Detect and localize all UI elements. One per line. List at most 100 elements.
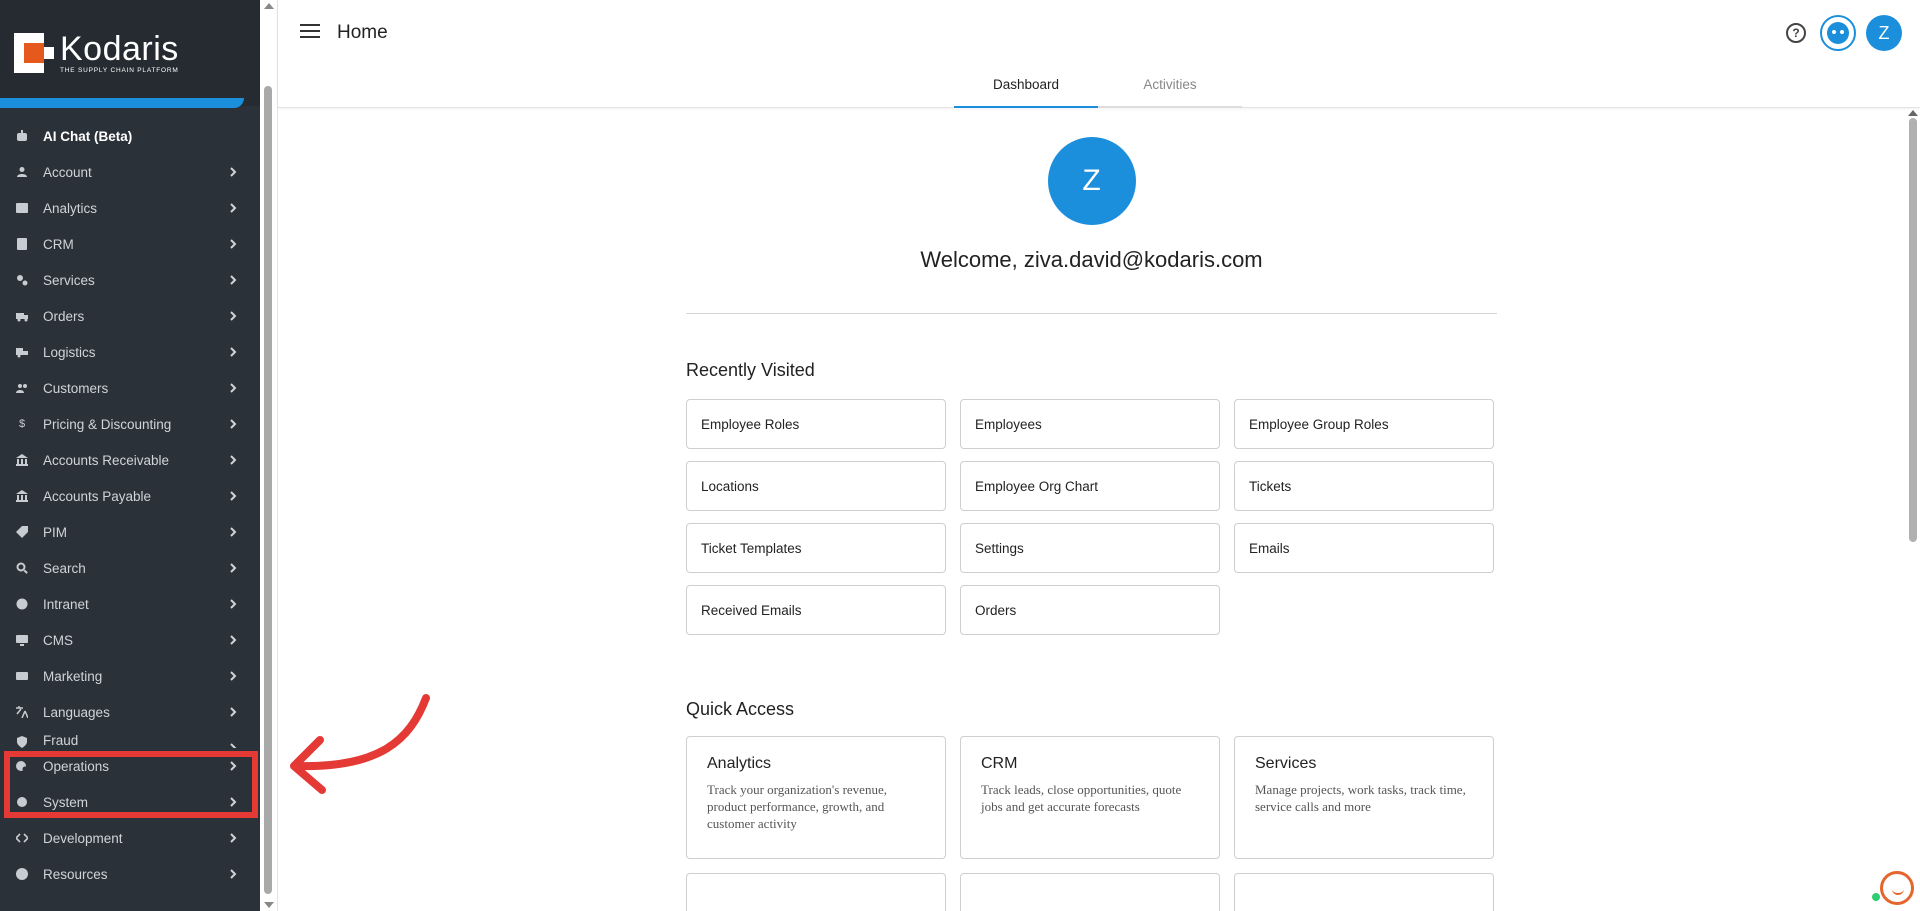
- recently-visited-title: Recently Visited: [686, 360, 815, 380]
- quick-access-card[interactable]: Analytics Track your organization's reven…: [686, 736, 946, 859]
- chevron-right-icon: [226, 669, 240, 683]
- chevron-right-icon: [226, 273, 240, 287]
- recent-link-card[interactable]: Settings: [960, 523, 1220, 573]
- help-icon[interactable]: ?: [1786, 23, 1806, 43]
- sidebar-scroll-thumb[interactable]: [264, 86, 272, 894]
- brand-tagline: THE SUPPLY CHAIN PLATFORM: [60, 67, 179, 74]
- highlight-box: [4, 751, 258, 818]
- quick-access-grid: Analytics Track your organization's reven…: [686, 736, 1497, 859]
- quick-access-title: Quick Access: [686, 699, 795, 719]
- chevron-right-icon: [226, 345, 240, 359]
- main-scrollbar[interactable]: [1906, 108, 1918, 911]
- chart-icon: [16, 202, 28, 214]
- chevron-right-icon: [226, 831, 240, 845]
- sidebar-item-label: CMS: [43, 632, 73, 648]
- monitor-icon: [16, 634, 28, 646]
- id-card-icon: [16, 670, 28, 682]
- kodaris-logo[interactable]: Kodaris THE SUPPLY CHAIN PLATFORM: [14, 32, 179, 74]
- sidebar-item-label: Accounts Receivable: [43, 452, 170, 468]
- welcome-message: Welcome, ziva.david@kodaris.com: [920, 247, 1263, 272]
- chevron-right-icon: [226, 417, 240, 431]
- sidebar-item-customers[interactable]: Customers: [0, 370, 260, 406]
- search-icon: [16, 562, 28, 574]
- chevron-right-icon: [226, 561, 240, 575]
- tab-dashboard[interactable]: Dashboard: [954, 68, 1098, 108]
- dollar-icon: $: [18, 418, 26, 430]
- gears-icon: [16, 274, 28, 286]
- quick-access-card-title: Services: [1255, 755, 1317, 772]
- recent-link-card[interactable]: Employees: [960, 399, 1220, 449]
- sidebar-item-label: Intranet: [43, 596, 89, 612]
- chevron-right-icon: [226, 381, 240, 395]
- sidebar-item-services[interactable]: Services: [0, 262, 260, 298]
- sidebar-item-accounts-receivable[interactable]: Accounts Receivable: [0, 442, 260, 478]
- bank-icon: [16, 490, 28, 502]
- scroll-up-arrow-icon[interactable]: [264, 3, 274, 9]
- quick-access-card-description: Manage projects, work tasks, track time,…: [1255, 782, 1466, 814]
- hamburger-menu-icon[interactable]: [300, 24, 320, 40]
- sidebar-item-label: Languages: [43, 704, 110, 720]
- sidebar-item-crm[interactable]: CRM: [0, 226, 260, 262]
- quick-access-card[interactable]: Services Manage projects, work tasks, tra…: [1234, 736, 1494, 859]
- quick-access-card-description: Track your organization's revenue, produ…: [707, 782, 887, 831]
- sidebar-item-orders[interactable]: Orders: [0, 298, 260, 334]
- sidebar-item-marketing[interactable]: Marketing: [0, 658, 260, 694]
- user-avatar[interactable]: Z: [1866, 15, 1902, 51]
- quick-access-card-description: Track leads, close opportunities, quote …: [981, 782, 1182, 814]
- tab-activities[interactable]: Activities: [1098, 68, 1242, 108]
- truck-icon: [16, 310, 28, 322]
- sidebar-item-pim[interactable]: PIM: [0, 514, 260, 550]
- sidebar-item-accounts-payable[interactable]: Accounts Payable: [0, 478, 260, 514]
- sidebar-item-label: Customers: [43, 380, 109, 396]
- quick-access-card[interactable]: CRM Track leads, close opportunities, quo…: [960, 736, 1220, 859]
- quick-access-card[interactable]: [686, 873, 946, 911]
- quick-access-card[interactable]: [960, 873, 1220, 911]
- recent-link-card[interactable]: Emails: [1234, 523, 1494, 573]
- sidebar-item-languages[interactable]: Languages: [0, 694, 260, 730]
- sidebar-item-ai-chat-beta[interactable]: AI Chat (Beta): [0, 118, 260, 154]
- recent-link-card[interactable]: Employee Org Chart: [960, 461, 1220, 511]
- sidebar-item-label: Pricing & Discounting: [43, 416, 172, 432]
- sidebar-item-pricing-discounting[interactable]: $ Pricing & Discounting: [0, 406, 260, 442]
- sidebar-item-label: Services: [43, 272, 95, 288]
- chevron-right-icon: [226, 705, 240, 719]
- sidebar-item-label: Account: [43, 164, 92, 180]
- page-title: Home: [337, 22, 388, 43]
- chevron-right-icon: [226, 165, 240, 179]
- chevron-right-icon: [226, 867, 240, 881]
- quick-access-card-title: CRM: [981, 755, 1018, 772]
- sidebar-item-development[interactable]: Development: [0, 820, 260, 856]
- recent-link-card[interactable]: Tickets: [1234, 461, 1494, 511]
- sidebar-scrollbar[interactable]: [260, 0, 278, 911]
- chat-support-icon[interactable]: [1880, 871, 1914, 905]
- chevron-right-icon: [226, 741, 240, 748]
- sidebar-item-account[interactable]: Account: [0, 154, 260, 190]
- sidebar-item-cms[interactable]: CMS: [0, 622, 260, 658]
- main-scroll-thumb[interactable]: [1909, 118, 1917, 542]
- chevron-right-icon: [226, 525, 240, 539]
- scroll-down-arrow-icon[interactable]: [264, 902, 274, 908]
- ai-assistant-button[interactable]: [1820, 15, 1856, 51]
- sidebar-item-label: Marketing: [43, 668, 103, 684]
- brand-header: Kodaris THE SUPPLY CHAIN PLATFORM: [0, 0, 260, 108]
- quick-access-card-title: Analytics: [707, 755, 772, 772]
- sidebar-item-analytics[interactable]: Analytics: [0, 190, 260, 226]
- sidebar-item-logistics[interactable]: Logistics: [0, 334, 260, 370]
- recent-link-card[interactable]: Orders: [960, 585, 1220, 635]
- recent-link-card[interactable]: Employee Roles: [686, 399, 946, 449]
- sidebar-item-fraud[interactable]: Fraud: [0, 730, 260, 748]
- scroll-up-arrow-icon[interactable]: [1908, 110, 1918, 116]
- sidebar-item-label: Resources: [43, 866, 108, 882]
- recent-link-card[interactable]: Locations: [686, 461, 946, 511]
- recent-link-card[interactable]: Employee Group Roles: [1234, 399, 1494, 449]
- recent-link-card[interactable]: Received Emails: [686, 585, 946, 635]
- sidebar-item-label: Accounts Payable: [43, 488, 152, 504]
- quick-access-card[interactable]: [1234, 873, 1494, 911]
- globe-icon: [16, 598, 28, 610]
- sidebar-item-resources[interactable]: Resources: [0, 856, 260, 892]
- chevron-right-icon: [226, 453, 240, 467]
- sidebar-item-search[interactable]: Search: [0, 550, 260, 586]
- sidebar-item-intranet[interactable]: Intranet: [0, 586, 260, 622]
- recent-link-card[interactable]: Ticket Templates: [686, 523, 946, 573]
- recently-visited-grid: Employee Roles Employees Employee Group Ro…: [686, 399, 1497, 635]
